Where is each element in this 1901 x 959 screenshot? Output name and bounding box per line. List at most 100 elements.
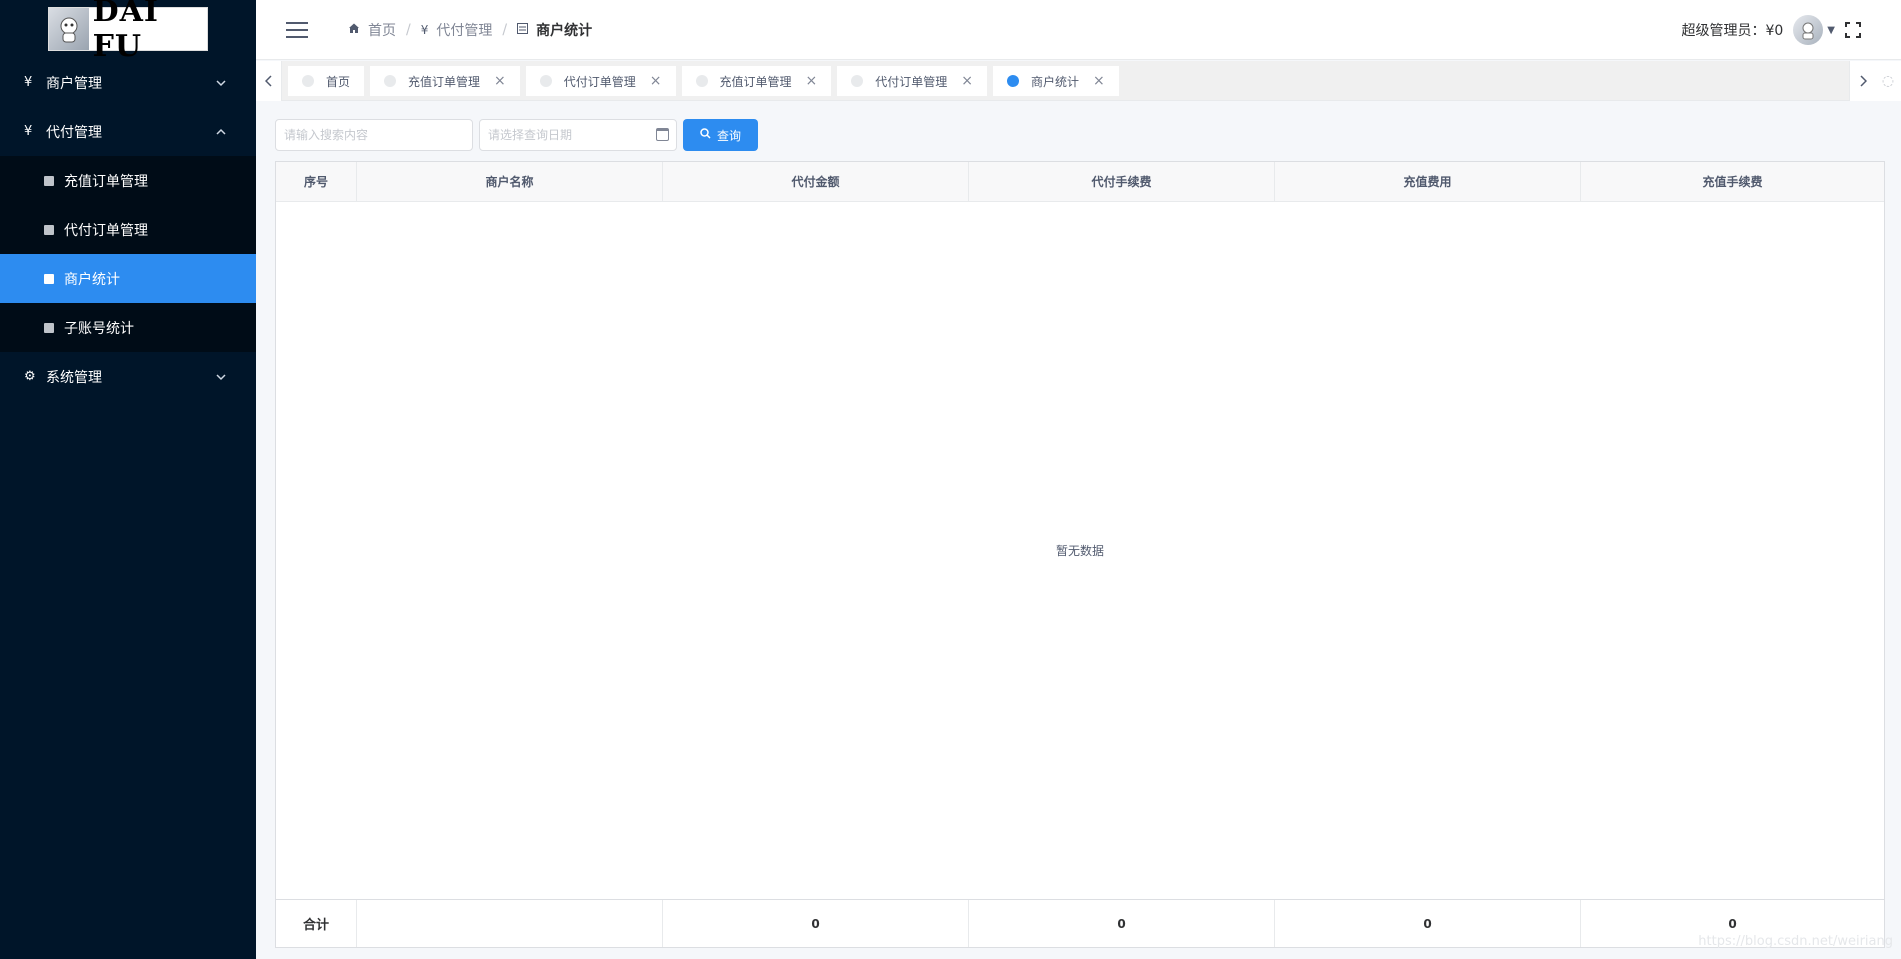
tab-label: 充值订单管理 [719,74,792,89]
breadcrumb: 首页 / ¥ 代付管理 / 商户统计 [348,20,592,40]
yen-icon: ¥ [420,22,429,37]
table-body: 暂无数据 [276,202,1884,900]
breadcrumb-item-current: 商户统计 [517,20,592,40]
search-input[interactable] [275,119,473,151]
column-header: 代付金额 [663,162,969,201]
footer-cell: 0 [969,900,1275,947]
tab-dot [302,75,314,87]
breadcrumb-separator: / [502,21,508,38]
empty-text: 暂无数据 [1055,544,1104,558]
sidebar-item-label: 子账号统计 [64,320,134,337]
date-picker[interactable] [479,119,677,151]
gear-icon: ⚙ [24,369,36,384]
user-name: 超级管理员：¥0 [1681,23,1784,39]
list-icon [44,273,54,284]
sidebar-item-label: 代付管理 [46,124,102,141]
sidebar-item-system-management[interactable]: ⚙ 系统管理 [0,352,256,401]
breadcrumb-label: 首页 [368,22,396,39]
filter-bar: 查询 [275,119,758,151]
tabs-scroll-left-icon[interactable] [256,61,282,101]
breadcrumb-label: 代付管理 [436,22,493,39]
table-header: 序号 商户名称 代付金额 代付手续费 充值费用 充值手续费 [276,162,1884,202]
sidebar: DAI FU ¥ 商户管理 ¥ 代付管理 充值订单管理 代付订单管理 商户统计 [0,0,256,959]
tab-label: 代付订单管理 [563,74,636,89]
tab-dot [384,75,397,87]
logo-box: DAI FU [48,0,208,64]
sidebar-item-merchant-stats[interactable]: 商户统计 [0,254,256,303]
search-icon [700,128,711,142]
tab-payout-orders-2[interactable]: 代付订单管理 × [837,66,988,96]
sidebar-item-label: 系统管理 [46,369,102,386]
column-header: 序号 [276,162,357,201]
calendar-icon [656,128,669,141]
tabs-scroll-right-icon[interactable] [1849,61,1875,101]
close-icon[interactable]: × [1093,73,1105,89]
list-icon [44,224,54,235]
tab-label: 充值订单管理 [408,74,481,89]
close-icon[interactable]: × [650,73,662,89]
footer-cell: 0 [663,900,969,947]
watermark: https://blog.csdn.net/weiriang [1698,934,1893,949]
tab-payout-orders[interactable]: 代付订单管理 × [525,66,676,96]
breadcrumb-item-payout[interactable]: ¥ 代付管理 [421,20,493,40]
column-header: 代付手续费 [969,162,1275,201]
tab-dot [539,75,552,87]
tab-dot [695,75,708,87]
chevron-down-icon [216,58,226,107]
tabs-close-menu-icon[interactable]: ◌ [1875,61,1901,101]
tab-dot [851,75,864,87]
column-header: 充值手续费 [1702,175,1763,189]
sidebar-item-subaccount-stats[interactable]: 子账号统计 [0,303,256,352]
merchant-stats-table: 序号 商户名称 代付金额 代付手续费 充值费用 充值手续费 暂无数据 合计 0 … [275,161,1885,948]
chevron-up-icon [216,107,226,156]
list-icon [44,322,54,333]
breadcrumb-separator: / [406,21,411,38]
caret-down-icon[interactable]: ▼ [1827,25,1835,36]
breadcrumb-label: 商户统计 [536,22,593,39]
tab-merchant-stats[interactable]: 商户统计 × [993,66,1119,96]
sidebar-item-payout-management[interactable]: ¥ 代付管理 [0,107,256,156]
breadcrumb-item-home[interactable]: 首页 [348,20,396,40]
table-footer: 合计 0 0 0 0 [276,900,1884,947]
footer-cell [357,900,663,947]
submenu-payout: 充值订单管理 代付订单管理 商户统计 子账号统计 [0,156,256,352]
avatar[interactable] [1793,15,1824,45]
header: 首页 / ¥ 代付管理 / 商户统计 超级管理员：¥0 ▼ [256,0,1901,60]
tab-label: 代付订单管理 [875,74,948,89]
logo[interactable]: DAI FU [0,0,256,64]
yen-icon: ¥ [24,75,33,90]
close-icon[interactable]: × [961,73,973,89]
sidebar-item-merchant-management[interactable]: ¥ 商户管理 [0,58,256,107]
search-button-label: 查询 [716,128,741,143]
header-right: 超级管理员：¥0 ▼ [1681,0,1861,60]
footer-cell: 合计 [276,900,357,947]
tab-label: 商户统计 [1031,74,1080,89]
home-icon [348,22,360,37]
sidebar-item-recharge-orders[interactable]: 充值订单管理 [0,156,256,205]
footer-cell: 0 [1275,900,1581,947]
sidebar-item-label: 商户统计 [64,271,120,288]
tabs-bar: 首页 充值订单管理 × 代付订单管理 × 充值订单管理 × 代付订单管理 × 商… [256,61,1901,101]
tab-recharge-orders[interactable]: 充值订单管理 × [370,66,520,96]
hamburger-menu-icon[interactable] [286,21,308,38]
yen-icon: ¥ [24,124,33,139]
chevron-down-icon [216,352,226,401]
close-icon[interactable]: × [806,73,818,89]
tabs: 首页 充值订单管理 × 代付订单管理 × 充值订单管理 × 代付订单管理 × 商… [288,66,1119,96]
fullscreen-icon[interactable] [1845,22,1861,38]
list-icon [517,22,529,37]
tab-dot [1007,75,1020,87]
sidebar-item-label: 充值订单管理 [64,173,148,190]
column-header: 充值费用 [1275,162,1581,201]
list-icon [44,175,54,186]
tab-home[interactable]: 首页 [288,66,365,96]
sidebar-item-payout-orders[interactable]: 代付订单管理 [0,205,256,254]
tab-label: 首页 [326,74,351,89]
sidebar-item-label: 商户管理 [46,75,102,92]
close-icon[interactable]: × [494,73,506,89]
search-button[interactable]: 查询 [683,119,758,151]
mascot-icon [49,8,89,50]
tab-recharge-orders-2[interactable]: 充值订单管理 × [681,66,832,96]
date-input[interactable] [479,119,677,151]
logo-text: DAI FU [92,0,159,64]
